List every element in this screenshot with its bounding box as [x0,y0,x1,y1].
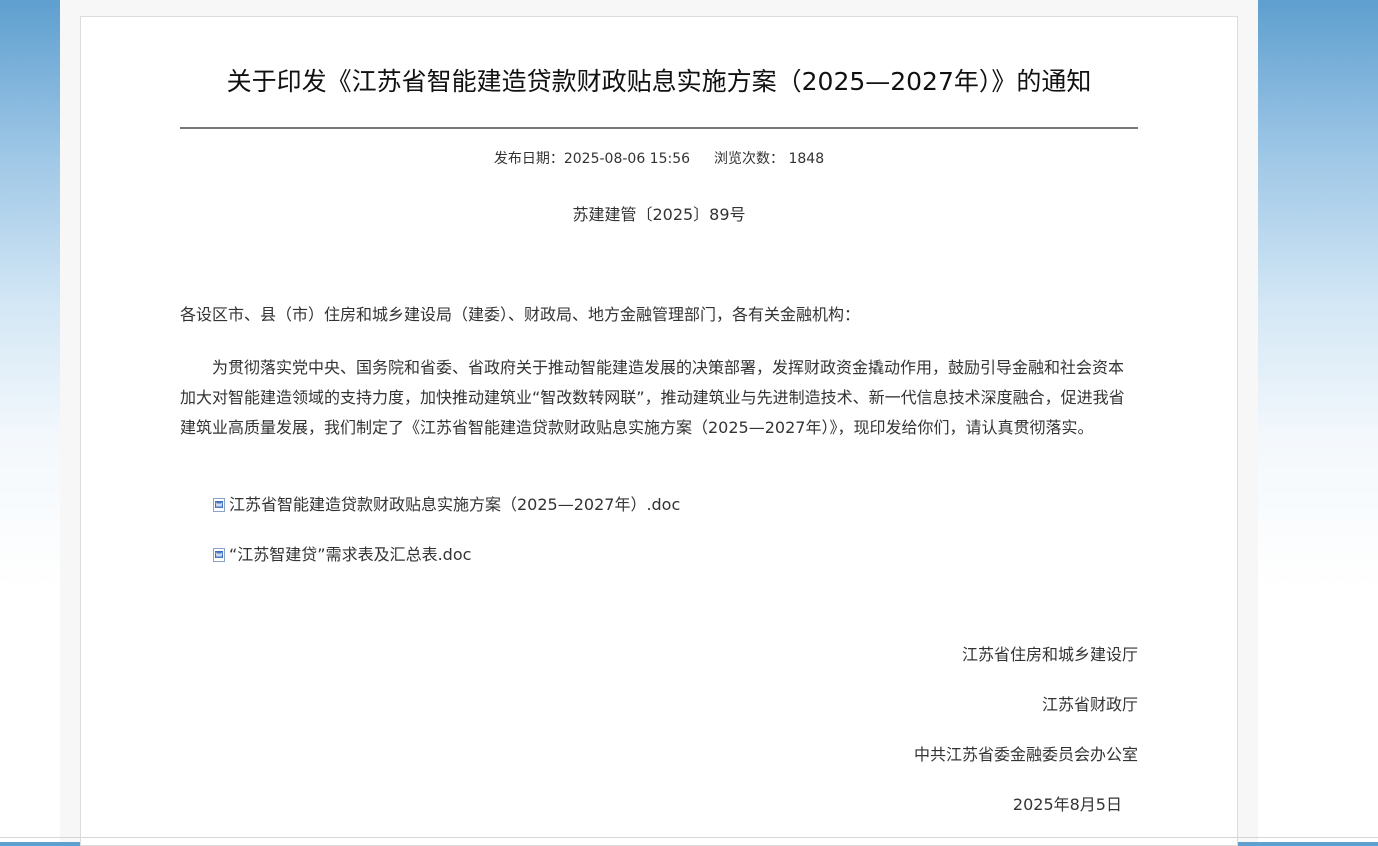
word-doc-icon [213,548,225,562]
views-label: 浏览次数： [714,151,785,167]
bottom-divider [0,837,1378,838]
salutation: 各设区市、县（市）住房和城乡建设局（建委）、财政局、地方金融管理部门，各有关金融… [180,305,861,324]
signature-finance-committee: 中共江苏省委金融委员会办公室 [913,745,1138,764]
word-doc-icon [213,498,225,512]
publish-date-label: 发布日期： [493,151,564,167]
attachment-label[interactable]: “江苏智建贷”需求表及汇总表.doc [229,543,471,567]
document-number: 苏建建管〔2025〕89号 [572,205,746,224]
article-title: 关于印发《江苏省智能建造贷款财政贴息实施方案（2025—2027年）》的通知 [226,67,1092,96]
views-count: 1848 [788,151,825,167]
title-divider [180,127,1138,129]
attachment-label[interactable]: 江苏省智能建造贷款财政贴息实施方案（2025—2027年）.doc [229,493,680,517]
article-meta: 发布日期：2025-08-06 15:56 浏览次数： 1848 [180,149,1138,169]
attachment-link-plan[interactable]: 江苏省智能建造贷款财政贴息实施方案（2025—2027年）.doc [213,493,680,517]
signature-housing-dept: 江苏省住房和城乡建设厅 [961,645,1138,664]
attachment-link-form[interactable]: “江苏智建贷”需求表及汇总表.doc [213,543,471,567]
body-paragraph: 为贯彻落实党中央、国务院和省委、省政府关于推动智能建造发展的决策部署，发挥财政资… [180,358,1125,437]
signature-finance-dept: 江苏省财政厅 [1041,695,1138,714]
publish-date: 2025-08-06 15:56 [563,151,691,167]
signature-date: 2025年8月5日 [1012,795,1122,814]
